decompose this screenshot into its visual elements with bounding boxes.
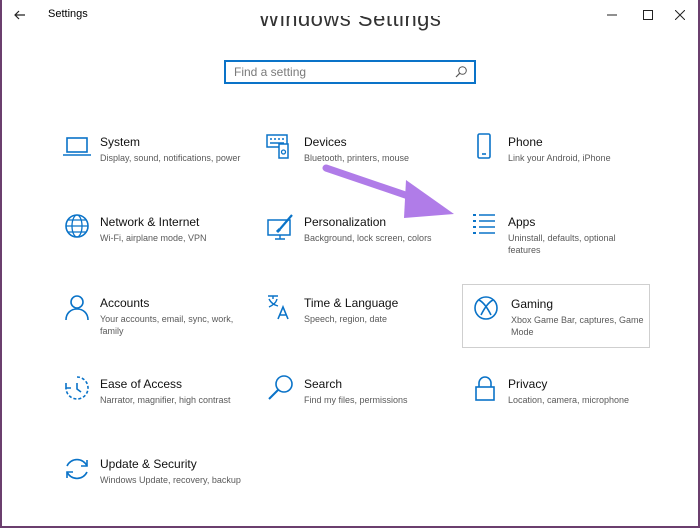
update-icon — [60, 454, 94, 488]
tile-description: Uninstall, defaults, optional features — [508, 232, 650, 256]
tile-title: Search — [304, 377, 342, 391]
settings-window: Settings Windows Settings — [2, 0, 698, 526]
tile-title: Personalization — [304, 215, 386, 229]
devices-icon — [264, 132, 298, 166]
phone-icon — [468, 132, 502, 166]
tile-privacy[interactable]: Privacy Location, camera, microphone — [468, 374, 654, 438]
tile-update-security[interactable]: Update & Security Windows Update, recove… — [60, 454, 246, 518]
tile-system[interactable]: System Display, sound, notifications, po… — [60, 132, 246, 196]
tile-description: Your accounts, email, sync, work, family — [100, 313, 242, 337]
person-icon — [60, 293, 94, 327]
xbox-icon — [469, 293, 503, 327]
tile-description: Background, lock screen, colors — [304, 232, 446, 244]
laptop-icon — [60, 132, 94, 166]
search-box[interactable] — [224, 60, 476, 84]
tile-description: Display, sound, notifications, power — [100, 152, 242, 164]
tile-title: Network & Internet — [100, 215, 199, 229]
tile-title: Privacy — [508, 377, 547, 391]
search-icon — [264, 374, 298, 408]
tile-title: Ease of Access — [100, 377, 182, 391]
paint-icon — [264, 212, 298, 246]
search-magnifier-icon[interactable] — [454, 65, 468, 79]
tile-network-internet[interactable]: Network & Internet Wi-Fi, airplane mode,… — [60, 212, 246, 276]
tile-description: Speech, region, date — [304, 313, 446, 325]
tile-ease-of-access[interactable]: Ease of Access Narrator, magnifier, high… — [60, 374, 246, 438]
tile-title: Phone — [508, 135, 543, 149]
tile-description: Link your Android, iPhone — [508, 152, 650, 164]
tile-title: Devices — [304, 135, 347, 149]
tile-title: Accounts — [100, 296, 149, 310]
tile-time-language[interactable]: Time & Language Speech, region, date — [264, 293, 450, 357]
globe-icon — [60, 212, 94, 246]
tile-description: Xbox Game Bar, captures, Game Mode — [511, 314, 647, 338]
tile-apps[interactable]: Apps Uninstall, defaults, optional featu… — [468, 212, 654, 276]
tile-search[interactable]: Search Find my files, permissions — [264, 374, 450, 438]
tile-description: Wi-Fi, airplane mode, VPN — [100, 232, 242, 244]
tile-devices[interactable]: Devices Bluetooth, printers, mouse — [264, 132, 450, 196]
tile-accounts[interactable]: Accounts Your accounts, email, sync, wor… — [60, 293, 246, 357]
tile-gaming[interactable]: Gaming Xbox Game Bar, captures, Game Mod… — [462, 284, 650, 348]
search-input[interactable] — [226, 62, 454, 82]
tile-title: Apps — [508, 215, 535, 229]
tile-description: Bluetooth, printers, mouse — [304, 152, 446, 164]
tile-title: System — [100, 135, 140, 149]
lock-icon — [468, 374, 502, 408]
time-language-icon — [264, 293, 298, 327]
tile-description: Location, camera, microphone — [508, 394, 650, 406]
tile-description: Narrator, magnifier, high contrast — [100, 394, 242, 406]
tile-title: Time & Language — [304, 296, 398, 310]
tile-description: Find my files, permissions — [304, 394, 446, 406]
tile-personalization[interactable]: Personalization Background, lock screen,… — [264, 212, 450, 276]
ease-of-access-icon — [60, 374, 94, 408]
apps-list-icon — [468, 212, 502, 246]
tile-title: Update & Security — [100, 457, 197, 471]
tile-title: Gaming — [511, 297, 553, 311]
tile-phone[interactable]: Phone Link your Android, iPhone — [468, 132, 654, 196]
tile-description: Windows Update, recovery, backup — [100, 474, 242, 486]
